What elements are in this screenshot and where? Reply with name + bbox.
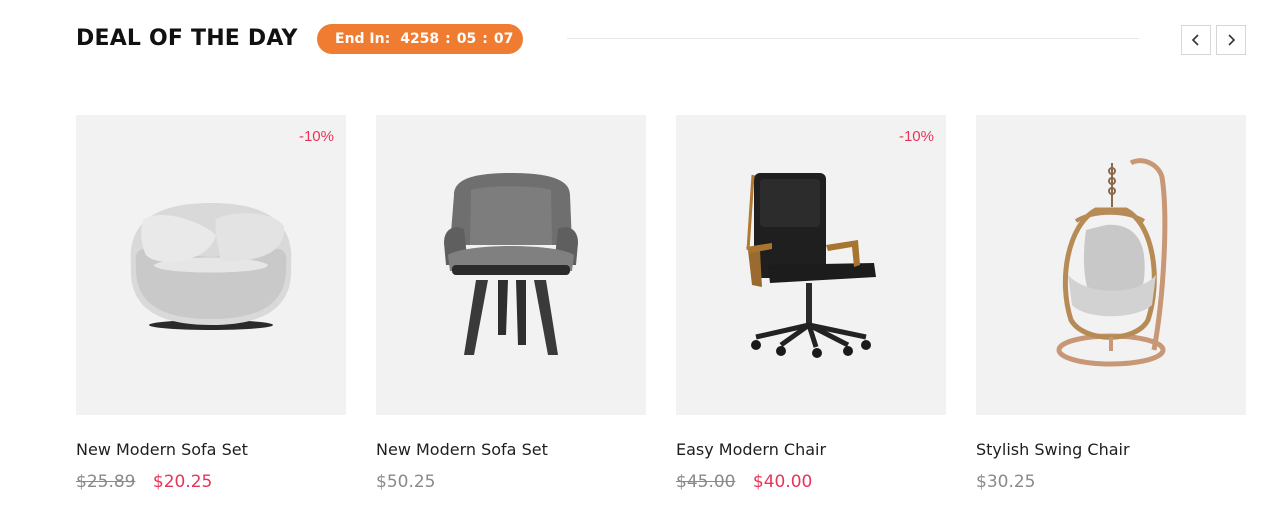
countdown-badge: End In: 4258 : 05 : 07: [317, 24, 523, 54]
product-image[interactable]: -10%: [76, 115, 346, 415]
round-sofa-chair-image: [130, 203, 292, 330]
countdown-days: 4258: [400, 31, 440, 47]
header-divider: [567, 38, 1139, 39]
discount-badge: -10%: [898, 128, 934, 145]
sale-price: $40.00: [752, 472, 813, 492]
product-name[interactable]: New Modern Sofa Set: [376, 439, 646, 461]
product-card[interactable]: -10% Easy Modern Chair $45.00 $40.00: [676, 115, 946, 505]
product-image[interactable]: [376, 115, 646, 415]
price: $30.25: [976, 472, 1036, 492]
price: $50.25: [376, 472, 436, 492]
countdown-separator: :: [445, 31, 451, 47]
product-card[interactable]: Stylish Swing Chair $30.25: [976, 115, 1246, 505]
countdown-hours: 05: [456, 31, 477, 47]
countdown-separator: :: [482, 31, 488, 47]
product-image[interactable]: -10%: [676, 115, 946, 415]
old-price: $25.89: [76, 472, 136, 492]
black-office-chair-image: [746, 173, 876, 358]
discount-badge: -10%: [298, 128, 334, 145]
product-prices: $45.00 $40.00: [676, 470, 812, 494]
next-button[interactable]: [1216, 25, 1246, 55]
countdown-label: End In:: [335, 31, 391, 47]
chevron-left-icon: [1191, 34, 1199, 46]
product-card[interactable]: -10% New Modern Sofa Set $25.89 $20.25: [76, 115, 346, 505]
deal-section-header: DEAL OF THE DAY End In: 4258 : 05 : 07: [0, 0, 1280, 80]
product-prices: $30.25: [976, 470, 1035, 494]
sale-price: $20.25: [152, 472, 213, 492]
hanging-swing-chair-image: [1056, 158, 1168, 367]
chevron-right-icon: [1228, 34, 1236, 46]
countdown-minutes: 07: [493, 31, 514, 47]
product-card[interactable]: New Modern Sofa Set $50.25: [376, 115, 646, 505]
product-carousel: -10% New Modern Sofa Set $25.89 $20.25 N…: [0, 115, 1280, 515]
product-image[interactable]: [976, 115, 1246, 415]
section-title: DEAL OF THE DAY: [76, 26, 298, 51]
prev-button[interactable]: [1181, 25, 1211, 55]
product-prices: $25.89 $20.25: [76, 470, 212, 494]
product-name[interactable]: New Modern Sofa Set: [76, 439, 346, 461]
product-prices: $50.25: [376, 470, 435, 494]
product-name[interactable]: Easy Modern Chair: [676, 439, 946, 461]
gray-lounge-chair-image: [444, 173, 578, 355]
product-name[interactable]: Stylish Swing Chair: [976, 439, 1246, 461]
old-price: $45.00: [676, 472, 736, 492]
